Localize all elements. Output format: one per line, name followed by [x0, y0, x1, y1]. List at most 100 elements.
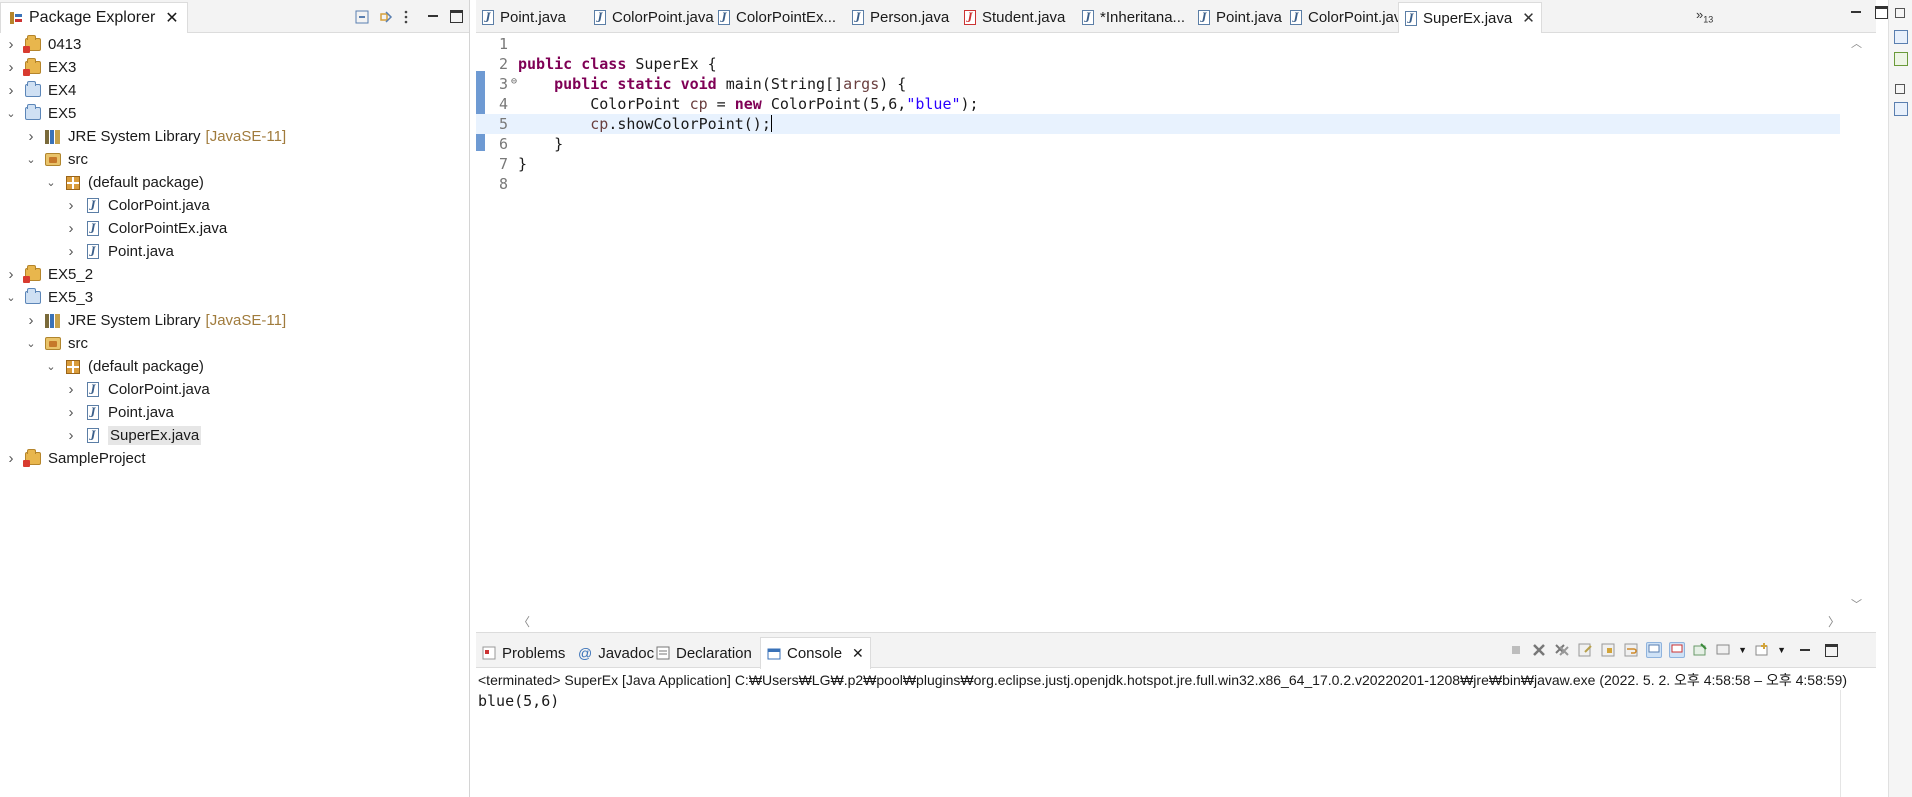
open-console-dropdown-icon[interactable]: ▼: [1777, 645, 1786, 655]
chevron-down-icon[interactable]: ⌄: [4, 107, 18, 120]
remove-launch-icon[interactable]: [1531, 642, 1547, 658]
editor-tab[interactable]: J Point.java: [1192, 2, 1288, 33]
tab-overflow-button[interactable]: »13: [1696, 7, 1713, 25]
chevron-right-icon[interactable]: ›: [64, 243, 78, 260]
chevron-right-icon[interactable]: ›: [64, 197, 78, 214]
scroll-right-icon[interactable]: 〉: [1828, 613, 1840, 630]
tree-item[interactable]: ⌄ EX5: [0, 102, 469, 125]
chevron-right-icon[interactable]: ›: [64, 427, 78, 444]
chevron-down-icon[interactable]: ⌄: [44, 360, 58, 373]
outline-view-icon[interactable]: [1894, 30, 1908, 44]
show-console-on-output-icon[interactable]: [1646, 642, 1663, 658]
scroll-up-icon[interactable]: ︿: [1851, 35, 1862, 51]
tree-item[interactable]: › J Point.java: [0, 240, 469, 263]
tree-item[interactable]: ⌄ (default package): [0, 355, 469, 378]
editor-tab[interactable]: J ColorPointEx...: [712, 2, 842, 33]
display-selected-console-dropdown-icon[interactable]: ▼: [1738, 645, 1747, 655]
tree-item[interactable]: › J SuperEx.java: [0, 424, 469, 447]
chevron-down-icon[interactable]: ⌄: [24, 153, 38, 166]
maximize-icon[interactable]: [450, 10, 463, 23]
chevron-right-icon[interactable]: ›: [4, 450, 18, 467]
code-line[interactable]: 5 cp.showColorPoint();: [476, 114, 1840, 134]
tree-item[interactable]: › JRE System Library [JavaSE-11]: [0, 309, 469, 332]
chevron-down-icon[interactable]: ⌄: [24, 337, 38, 350]
console-vertical-scrollbar[interactable]: [1840, 690, 1876, 797]
chevron-right-icon[interactable]: ›: [64, 404, 78, 421]
link-with-editor-icon[interactable]: [379, 10, 393, 24]
tree-item[interactable]: › EX5_2: [0, 263, 469, 286]
code-editor[interactable]: 1 2 public class SuperEx {3 ⊖ public static…: [476, 33, 1840, 612]
minimize-icon[interactable]: [1850, 6, 1863, 19]
collapse-all-icon[interactable]: [355, 10, 369, 24]
tab-javadoc[interactable]: @ Javadoc: [572, 637, 660, 669]
fold-toggle-icon[interactable]: ⊖: [511, 72, 517, 92]
code-line[interactable]: 7}: [476, 154, 1840, 174]
word-wrap-icon[interactable]: [1623, 642, 1639, 658]
terminate-icon[interactable]: [1508, 642, 1524, 658]
tree-item[interactable]: ⌄ EX5_3: [0, 286, 469, 309]
chevron-right-icon[interactable]: ›: [24, 128, 38, 145]
chevron-down-icon[interactable]: ⌄: [4, 291, 18, 304]
editor-tab[interactable]: J SuperEx.java ✕: [1398, 2, 1542, 33]
tab-console[interactable]: Console ✕: [760, 637, 871, 669]
editor-tab[interactable]: J ColorPoint.java: [588, 2, 720, 33]
chevron-right-icon[interactable]: ›: [4, 36, 18, 53]
close-icon[interactable]: ✕: [852, 645, 864, 662]
code-line[interactable]: 6 }: [476, 134, 1840, 154]
editor-tab[interactable]: J ColorPoint.java: [1284, 2, 1416, 33]
tree-item[interactable]: › J ColorPointEx.java: [0, 217, 469, 240]
code-line[interactable]: 3 ⊖ public static void main(String[]args)…: [476, 74, 1840, 94]
remove-all-terminated-icon[interactable]: [1554, 642, 1570, 658]
task-list-view-icon[interactable]: [1894, 52, 1908, 66]
editor-vertical-scrollbar[interactable]: ︿ ﹀: [1840, 33, 1876, 612]
minimize-icon[interactable]: [1799, 644, 1812, 657]
chevron-right-icon[interactable]: ›: [64, 381, 78, 398]
console-output[interactable]: blue(5,6): [478, 690, 1876, 712]
minimize-icon[interactable]: [427, 10, 440, 23]
tree-item[interactable]: › EX4: [0, 79, 469, 102]
tree-item[interactable]: › EX3: [0, 56, 469, 79]
scroll-lock-icon[interactable]: [1600, 642, 1616, 658]
minimized-view-restore-icon[interactable]: [1895, 8, 1905, 18]
tree-item[interactable]: › J ColorPoint.java: [0, 378, 469, 401]
maximize-icon[interactable]: [1875, 6, 1888, 19]
tree-item[interactable]: › J Point.java: [0, 401, 469, 424]
tree-item[interactable]: ⌄ (default package): [0, 171, 469, 194]
package-explorer-tab[interactable]: Package Explorer ✕: [0, 2, 188, 33]
chevron-right-icon[interactable]: ›: [4, 82, 18, 99]
tree-item[interactable]: ⌄ src: [0, 332, 469, 355]
chevron-right-icon[interactable]: ›: [4, 59, 18, 76]
chevron-down-icon[interactable]: ⌄: [44, 176, 58, 189]
chevron-right-icon[interactable]: ›: [64, 220, 78, 237]
code-line[interactable]: 1: [476, 34, 1840, 54]
tab-problems[interactable]: Problems: [476, 637, 571, 669]
scroll-left-icon[interactable]: 〈: [518, 613, 530, 630]
tree-item[interactable]: › SampleProject: [0, 447, 469, 470]
pin-console-icon[interactable]: [1692, 642, 1708, 658]
close-icon[interactable]: ✕: [165, 8, 178, 28]
chevron-right-icon[interactable]: ›: [24, 312, 38, 329]
tree-item[interactable]: ⌄ src: [0, 148, 469, 171]
code-line[interactable]: 8: [476, 174, 1840, 194]
minimized-view-restore-icon[interactable]: [1895, 84, 1905, 94]
open-console-icon[interactable]: [1754, 642, 1770, 658]
close-icon[interactable]: ✕: [1522, 9, 1535, 27]
tree-item[interactable]: › 0413: [0, 33, 469, 56]
editor-tab[interactable]: J Point.java: [476, 2, 572, 33]
hierarchy-view-icon[interactable]: [1894, 102, 1908, 116]
show-console-on-error-icon[interactable]: [1669, 642, 1686, 658]
tree-item[interactable]: › J ColorPoint.java: [0, 194, 469, 217]
scroll-down-icon[interactable]: ﹀: [1851, 596, 1862, 612]
code-line[interactable]: 4 ColorPoint cp = new ColorPoint(5,6,"bl…: [476, 94, 1840, 114]
tab-declaration[interactable]: Declaration: [650, 637, 758, 669]
display-selected-console-icon[interactable]: [1715, 642, 1731, 658]
tree-item[interactable]: › JRE System Library [JavaSE-11]: [0, 125, 469, 148]
editor-tab[interactable]: J *Inheritana...: [1076, 2, 1191, 33]
editor-tab[interactable]: J Student.java: [958, 2, 1071, 33]
clear-console-icon[interactable]: [1577, 642, 1593, 658]
code-line[interactable]: 2 public class SuperEx {: [476, 54, 1840, 74]
chevron-right-icon[interactable]: ›: [4, 266, 18, 283]
editor-horizontal-scrollbar[interactable]: 〈 〉: [518, 612, 1840, 630]
editor-tab[interactable]: J Person.java: [846, 2, 955, 33]
maximize-icon[interactable]: [1825, 643, 1838, 657]
